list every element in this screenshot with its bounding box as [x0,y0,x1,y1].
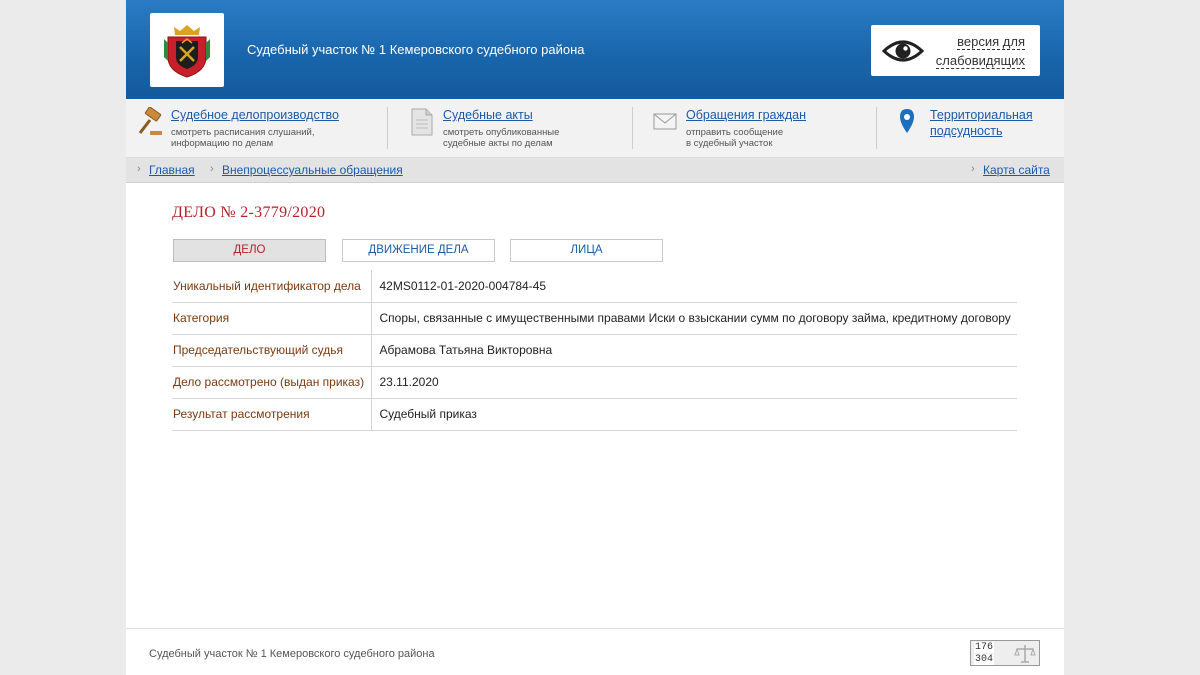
footer-text: Судебный участок № 1 Кемеровского судебн… [149,648,435,660]
service-desc-line: в судебный участок [686,138,773,149]
page: Судебный участок № 1 Кемеровского судебн… [126,0,1064,675]
map-pin-icon [900,109,914,133]
service-court-proceedings-link[interactable]: Судебное делопроизводство [171,107,339,123]
service-court-acts-desc: смотреть опубликованные судебные акты по… [443,127,559,149]
low-vision-line1: версия для [957,33,1025,50]
service-desc-line: смотреть опубликованные [443,127,560,138]
field-label: Категория [172,302,372,335]
tab-case-movement[interactable]: ДВИЖЕНИЕ ДЕЛА [342,239,495,262]
chevron-right-icon: › [137,163,141,175]
services-bar: Судебное делопроизводство смотреть распи… [126,99,1064,158]
field-value: 42MS0112-01-2020-004784-45 [371,270,1017,303]
table-row: Председательствующий судья Абрамова Тать… [172,334,1017,367]
field-value: Споры, связанные с имущественными правам… [371,302,1017,335]
service-territorial-jurisdiction: Территориальная подсудность [898,99,1058,157]
field-label: Уникальный идентификатор дела [172,270,372,303]
document-icon [411,108,433,136]
site-title: Судебный участок № 1 Кемеровского судебн… [247,42,585,57]
case-title: ДЕЛО № 2-3779/2020 [172,204,326,221]
table-row: Категория Споры, связанные с имущественн… [172,302,1017,335]
service-citizen-appeals-desc: отправить сообщение в судебный участок [686,127,783,149]
divider [387,107,388,149]
breadcrumb: › Главная › Внепроцессуальные обращения … [126,158,1064,183]
counter-bottom: 304 [974,654,995,665]
divider [876,107,877,149]
field-value: 23.11.2020 [371,366,1017,399]
service-court-proceedings: Судебное делопроизводство смотреть распи… [136,99,376,157]
service-court-acts-link[interactable]: Судебные акты [443,107,533,123]
coat-of-arms-icon [164,25,210,78]
low-vision-line2: слабовидящих [935,52,1025,69]
low-vision-label: версия для слабовидящих [935,32,1025,70]
service-citizen-appeals-link[interactable]: Обращения граждан [686,107,806,123]
site-header: Судебный участок № 1 Кемеровского судебн… [126,0,1064,99]
coat-of-arms-logo[interactable] [150,13,224,87]
field-value: Абрамова Татьяна Викторовна [371,334,1017,367]
case-info-table: Уникальный идентификатор дела 42MS0112-0… [172,270,1017,431]
low-vision-version-button[interactable]: версия для слабовидящих [871,25,1040,76]
site-footer: Судебный участок № 1 Кемеровского судебн… [126,628,1064,675]
breadcrumb-section[interactable]: Внепроцессуальные обращения [222,163,403,177]
field-label: Результат рассмотрения [172,398,372,431]
service-territorial-jurisdiction-link[interactable]: Территориальная подсудность [930,107,1033,139]
tab-case[interactable]: ДЕЛО [173,239,326,262]
gavel-icon [138,107,162,135]
service-desc-line: смотреть расписания слушаний, [171,127,315,138]
service-court-proceedings-desc: смотреть расписания слушаний, информацию… [171,127,314,149]
eye-icon [882,40,924,61]
tab-parties[interactable]: ЛИЦА [510,239,663,262]
service-court-acts: Судебные акты смотреть опубликованные су… [408,99,618,157]
table-row: Уникальный идентификатор дела 42MS0112-0… [172,270,1017,303]
envelope-icon [653,113,677,130]
service-desc-line: отправить сообщение [686,127,784,138]
jurisdiction-link-line2[interactable]: подсудность [930,123,1033,139]
sitemap-link[interactable]: Карта сайта [983,163,1050,177]
service-citizen-appeals: Обращения граждан отправить сообщение в … [652,99,862,157]
scales-icon [1014,645,1036,663]
service-desc-line: судебные акты по делам [443,138,553,149]
table-row: Дело рассмотрено (выдан приказ) 23.11.20… [172,366,1017,399]
chevron-right-icon: › [210,163,214,175]
field-label: Председательствующий судья [172,334,372,367]
chevron-right-icon: › [971,163,975,175]
table-row: Результат рассмотрения Судебный приказ [172,398,1017,431]
field-label: Дело рассмотрено (выдан приказ) [172,366,372,399]
jurisdiction-link-line1[interactable]: Территориальная [930,107,1033,123]
counter-top: 176 [974,642,995,653]
service-desc-line: информацию по делам [171,138,274,149]
divider [632,107,633,149]
visit-counter[interactable]: 176 304 [970,640,1040,666]
field-value: Судебный приказ [371,398,1017,431]
breadcrumb-home[interactable]: Главная [149,163,195,177]
